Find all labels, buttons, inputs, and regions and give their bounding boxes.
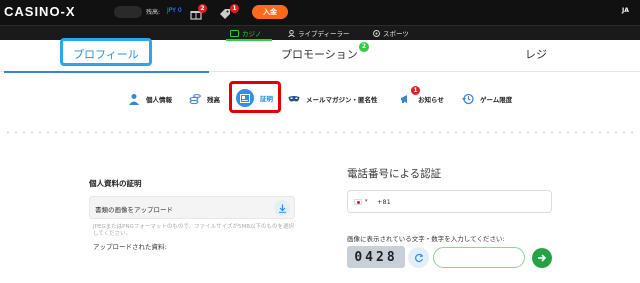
uploaded-documents-label: アップロードされた資料: [93,243,167,251]
section-newsletter-label: メールマガジン・匿名性 [306,96,378,104]
document-upload-field[interactable]: 書類の画像をアップロード [89,196,295,219]
username-pill[interactable] [114,6,142,18]
upload-placeholder: 書類の画像をアップロード [95,206,173,214]
nav-live-dealer[interactable]: ライブディーラー [288,28,350,38]
nav-casino-label: カジノ [242,30,262,38]
promo-badge: 1 [230,4,239,13]
section-game-limits-label: ゲーム限度 [480,96,513,104]
section-personal-info-label: 個人情報 [146,96,172,104]
casino-icon [230,29,239,37]
balance-value[interactable]: JPY 0 [167,7,182,14]
nav-sports-label: スポーツ [383,30,409,38]
megaphone-icon [401,95,407,103]
submit-captcha-button[interactable] [532,248,552,268]
section-balance[interactable]: 残高 [189,93,220,105]
promotions-badge: 2 [359,42,369,52]
coins-icon [189,94,201,105]
language-selector[interactable]: JA [622,7,629,14]
phone-verification-title: 電話番号による認証 [347,168,442,180]
section-notices-label: お知らせ [418,96,444,104]
active-tab-underline [4,71,209,73]
mask-icon [288,96,300,102]
section-game-limits[interactable]: ゲーム限度 [462,93,512,105]
deposit-button[interactable]: 入金 [252,5,288,19]
nav-sports[interactable]: スポーツ [373,28,409,38]
dotted-divider [4,131,636,134]
top-bar: CASINO-X 残高: JPY 0 2 1 入金 JA [0,0,640,25]
captcha-label: 画像に表示されている文字・数字を入力してください: [347,235,505,243]
sports-icon [373,29,380,37]
notices-badge: 1 [411,86,420,95]
section-notices[interactable]: お知らせ [400,93,444,105]
country-code: +81 [377,198,391,206]
country-dropdown-icon[interactable]: ▾ [365,198,368,204]
documents-title: 個人資料の証明 [89,179,142,188]
phone-number-field[interactable]: ▾ +81 [347,190,552,213]
person-icon [129,94,139,105]
upload-button[interactable] [274,200,290,216]
casino-logo[interactable]: CASINO-X [4,4,76,19]
section-balance-label: 残高 [207,96,220,104]
refresh-icon [414,253,423,262]
verification-highlight [229,81,281,113]
profile-tab-highlight [60,38,152,66]
history-clock-icon [462,93,474,105]
arrow-right-icon [538,254,547,262]
profile-section-nav: 個人情報 残高 証明 メールマガジン・匿名性 お知らせ ゲーム限度 [0,84,640,112]
nav-live-dealer-label: ライブディーラー [298,30,350,38]
captcha-image: 0428 [347,246,405,268]
dealer-icon [288,29,295,37]
captcha-refresh-button[interactable] [408,247,429,268]
section-personal-info[interactable]: 個人情報 [128,93,172,105]
section-newsletter[interactable]: メールマガジン・匿名性 [288,93,378,105]
japan-flag-icon[interactable] [354,199,362,205]
tab-cashier[interactable]: レジ [525,46,547,62]
tab-promotions[interactable]: プロモーション [281,46,358,62]
balance-label: 残高: [146,9,161,16]
captcha-input[interactable] [433,247,525,268]
download-icon [278,204,286,213]
upload-hint: JPEGまたはPNGフォーマットのもので、ファイルサイズが5MB以下のものを選択… [93,224,295,237]
gift-badge: 2 [198,4,207,13]
nav-casino[interactable]: カジノ [230,28,261,38]
